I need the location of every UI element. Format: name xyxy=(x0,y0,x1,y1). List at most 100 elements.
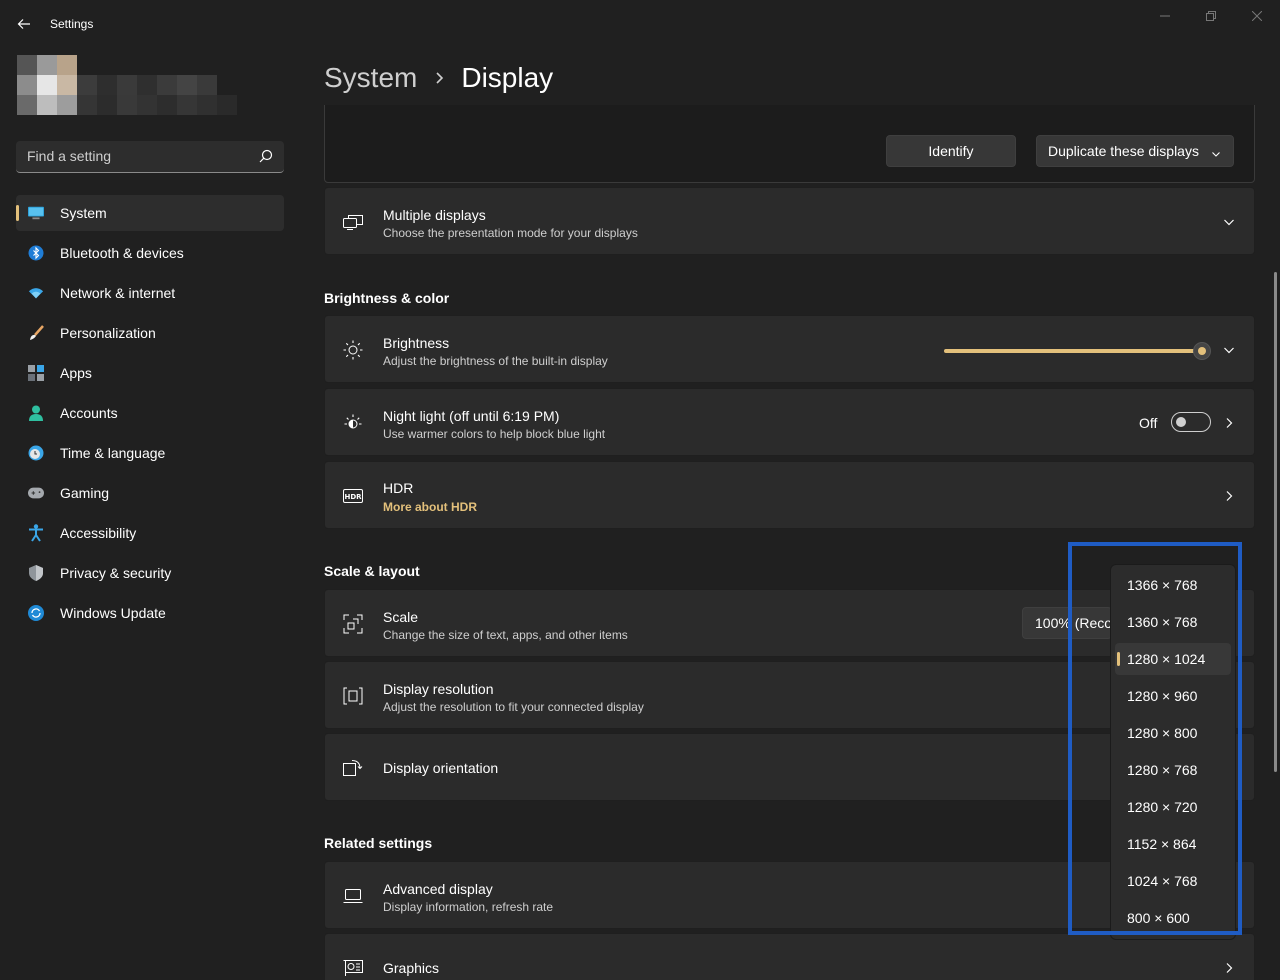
content-scrollbar[interactable] xyxy=(1274,272,1277,772)
sidebar-item-bluetooth[interactable]: Bluetooth & devices xyxy=(16,235,284,271)
chevron-right-icon xyxy=(435,71,445,85)
gamepad-icon xyxy=(28,485,44,501)
svg-text:HDR: HDR xyxy=(344,493,362,501)
chevron-right-icon[interactable] xyxy=(1222,489,1236,503)
advanced-display-title: Advanced display xyxy=(383,881,493,897)
orientation-icon xyxy=(343,758,363,778)
display-resolution-title: Display resolution xyxy=(383,681,494,697)
brightness-subtitle: Adjust the brightness of the built-in di… xyxy=(383,354,608,368)
section-heading-scale-layout: Scale & layout xyxy=(324,563,420,579)
display-mode-value: Duplicate these displays xyxy=(1048,143,1199,159)
wifi-icon xyxy=(28,285,44,301)
chevron-down-icon[interactable] xyxy=(1222,215,1236,229)
search-input[interactable] xyxy=(16,141,236,171)
breadcrumb: System Display xyxy=(324,58,553,98)
chevron-down-icon[interactable] xyxy=(1222,343,1236,357)
night-light-title: Night light (off until 6:19 PM) xyxy=(383,408,560,424)
display-resolution-subtitle: Adjust the resolution to fit your connec… xyxy=(383,700,644,714)
display-mode-dropdown[interactable]: Duplicate these displays xyxy=(1036,135,1234,167)
sidebar-item-label: System xyxy=(60,205,107,221)
search-icon[interactable] xyxy=(259,149,273,166)
multiple-displays-subtitle: Choose the presentation mode for your di… xyxy=(383,226,638,240)
restore-button[interactable] xyxy=(1196,6,1226,26)
sidebar-item-time-language[interactable]: Time & language xyxy=(16,435,284,471)
night-light-state-label: Off xyxy=(1139,415,1158,431)
sidebar-item-label: Bluetooth & devices xyxy=(60,245,184,261)
scale-icon xyxy=(343,614,363,634)
bluetooth-icon xyxy=(28,245,44,261)
sidebar-item-personalization[interactable]: Personalization xyxy=(16,315,284,351)
scale-title: Scale xyxy=(383,609,419,625)
sidebar-item-accessibility[interactable]: Accessibility xyxy=(16,515,284,551)
accessibility-icon xyxy=(28,524,44,542)
sidebar-item-label: Windows Update xyxy=(60,605,166,621)
graphics-row[interactable]: Graphics xyxy=(324,933,1255,980)
brightness-slider-track[interactable] xyxy=(944,349,1202,353)
close-button[interactable] xyxy=(1242,6,1272,26)
graphics-card-icon xyxy=(343,958,363,978)
highlight-box xyxy=(1068,542,1242,935)
night-light-toggle[interactable] xyxy=(1171,412,1211,432)
sidebar-item-label: Privacy & security xyxy=(60,565,172,581)
user-profile-avatar[interactable] xyxy=(13,55,243,115)
chevron-down-icon xyxy=(1211,146,1221,162)
restore-icon xyxy=(1206,11,1216,21)
sidebar-item-label: Accessibility xyxy=(60,525,137,541)
sidebar-item-label: Accounts xyxy=(60,405,118,421)
minimize-icon xyxy=(1160,15,1170,17)
app-title: Settings xyxy=(50,17,94,31)
section-heading-related-settings: Related settings xyxy=(324,835,433,851)
chevron-right-icon[interactable] xyxy=(1222,416,1236,430)
resolution-icon xyxy=(343,686,363,706)
graphics-title: Graphics xyxy=(383,960,440,976)
sidebar-item-label: Personalization xyxy=(60,325,156,341)
sidebar-nav: System Bluetooth & devices Network & int… xyxy=(16,195,284,635)
brightness-title: Brightness xyxy=(383,335,450,351)
night-light-subtitle: Use warmer colors to help block blue lig… xyxy=(383,427,606,441)
multiple-displays-icon xyxy=(343,212,363,232)
sidebar-item-system[interactable]: System xyxy=(16,195,284,231)
night-light-icon xyxy=(343,413,363,433)
night-light-row[interactable]: Night light (off until 6:19 PM) Use warm… xyxy=(324,388,1255,456)
chevron-right-icon[interactable] xyxy=(1222,961,1236,975)
breadcrumb-system-link[interactable]: System xyxy=(324,62,417,94)
sidebar-item-gaming[interactable]: Gaming xyxy=(16,475,284,511)
laptop-icon xyxy=(343,886,363,906)
multiple-displays-row[interactable]: Multiple displays Choose the presentatio… xyxy=(324,187,1255,255)
shield-icon xyxy=(28,565,44,581)
page-title: Display xyxy=(461,62,554,93)
back-button[interactable] xyxy=(10,10,38,38)
more-about-hdr-link[interactable]: More about HDR xyxy=(383,500,477,514)
sidebar-item-privacy-security[interactable]: Privacy & security xyxy=(16,555,284,591)
sidebar-item-label: Network & internet xyxy=(60,285,176,301)
brightness-slider-thumb[interactable] xyxy=(1193,342,1211,360)
brightness-row[interactable]: Brightness Adjust the brightness of the … xyxy=(324,315,1255,383)
brush-icon xyxy=(28,325,44,341)
search-box[interactable] xyxy=(16,141,284,173)
scale-subtitle: Change the size of text, apps, and other… xyxy=(383,628,628,642)
sun-icon xyxy=(343,340,363,360)
hdr-icon: HDR xyxy=(343,486,363,506)
minimize-button[interactable] xyxy=(1150,6,1180,26)
close-icon xyxy=(1252,11,1262,21)
sidebar-item-windows-update[interactable]: Windows Update xyxy=(16,595,284,631)
sidebar-item-label: Time & language xyxy=(60,445,166,461)
sidebar-item-label: Gaming xyxy=(60,485,110,501)
section-heading-brightness-color: Brightness & color xyxy=(324,290,450,306)
hdr-row[interactable]: HDR HDR More about HDR xyxy=(324,461,1255,529)
display-arrangement-panel: Identify Duplicate these displays xyxy=(324,105,1255,183)
identify-button[interactable]: Identify xyxy=(886,135,1016,167)
advanced-display-subtitle: Display information, refresh rate xyxy=(383,900,554,914)
sidebar-item-label: Apps xyxy=(60,365,92,381)
title-bar: Settings xyxy=(0,0,1280,48)
apps-icon xyxy=(28,365,44,381)
person-icon xyxy=(28,405,44,421)
multiple-displays-title: Multiple displays xyxy=(383,207,486,223)
monitor-icon xyxy=(28,205,44,221)
update-icon xyxy=(28,605,44,621)
sidebar-item-apps[interactable]: Apps xyxy=(16,355,284,391)
sidebar-item-accounts[interactable]: Accounts xyxy=(16,395,284,431)
sidebar-item-network[interactable]: Network & internet xyxy=(16,275,284,311)
hdr-title: HDR xyxy=(383,480,414,496)
clock-globe-icon xyxy=(28,445,44,461)
